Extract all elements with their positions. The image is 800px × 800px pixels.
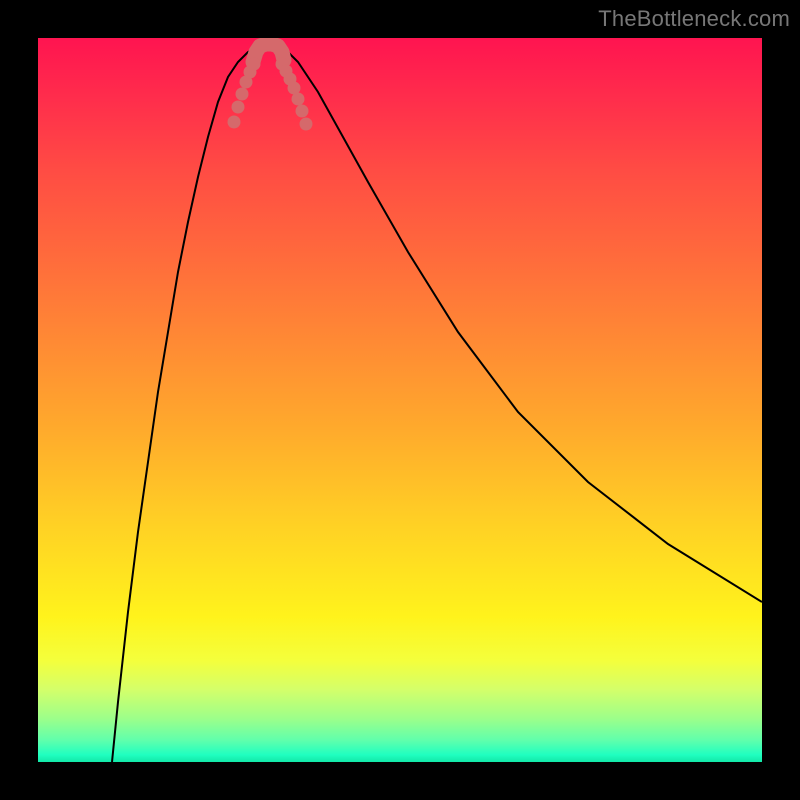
plot-area — [38, 38, 762, 762]
marker-dot — [248, 58, 261, 71]
marker-dot — [292, 93, 305, 106]
marker-dot — [236, 88, 249, 101]
curve-marker-dots-right — [276, 58, 313, 131]
marker-dot — [296, 105, 309, 118]
marker-dot — [232, 101, 245, 114]
chart-frame: TheBottleneck.com — [0, 0, 800, 800]
marker-dot — [300, 118, 313, 131]
bottleneck-curve — [112, 44, 762, 762]
curve-layer — [38, 38, 762, 762]
watermark-text: TheBottleneck.com — [598, 6, 790, 32]
curve-marker-dots-left — [228, 58, 261, 129]
marker-dot — [228, 116, 241, 129]
